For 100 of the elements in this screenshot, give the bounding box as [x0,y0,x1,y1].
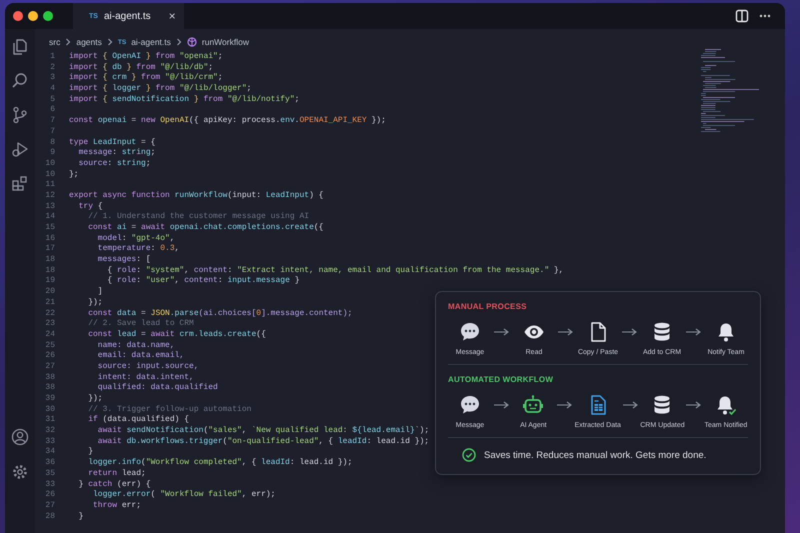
symbol-icon [186,37,197,47]
code-line: } [78,512,84,522]
maximize-window-button[interactable] [43,11,53,21]
line-number: 26 [44,490,55,501]
code-line: logger.error( "Workflow failed", err); [92,490,276,501]
line-number: 23 [44,319,55,330]
code-line: }); [87,394,103,405]
code-line: const data = JSON.parse(ai.choices[0].message.content); [87,308,352,319]
code-line: } [87,447,94,458]
code-line: const lead = await crm.leads.create({ [87,330,266,341]
code-line: throw err; [92,500,142,512]
code-line: ] [96,287,103,298]
line-number: 12 [44,190,55,202]
code-line: { role: "system", content: "Extract intent, name, email and qualification from the message." }, [106,266,564,276]
section-title: AUTOMATED WORKFLOW [448,375,554,384]
arrow-icon [494,328,510,336]
settings-icon[interactable] [11,463,29,481]
line-number: 16 [44,234,55,244]
code-line: name: data.name, [96,340,175,351]
code-line: await db.workflows.trigger("on-qualified-lead", { leadId: lead.id }); [96,436,430,448]
check-circle-icon [462,448,476,462]
chevron-icon [176,38,182,46]
code-line: const openai = new OpenAI({ apiKey: process.env.OPENAI_API_KEY }); [69,116,386,127]
line-number: 7 [49,116,55,127]
line-number: 30 [44,404,55,416]
code-line: try { [78,202,103,212]
split-editor-icon[interactable] [735,9,749,23]
extensions-icon[interactable] [11,174,29,192]
code-line: import { sendNotification } from "@/lib/notify"; [69,94,300,106]
line-number: 20 [44,287,55,298]
code-line: // 1. Understand the customer message using AI [87,212,310,223]
more-icon[interactable] [759,14,771,18]
account-icon[interactable] [11,428,29,446]
tab-title: ai-agent.ts [104,10,151,22]
breadcrumb-item[interactable]: agents [76,37,102,47]
code-line: await sendNotification("sales", `New qualified lead: ${lead.email}`); [96,426,430,437]
line-number: 11 [44,180,55,191]
line-number: 17 [44,244,55,256]
code-line: }; [69,170,79,180]
line-number: 8 [49,138,55,148]
line-number: 9 [49,148,55,159]
code-line: source: input.source, [96,362,199,373]
files-icon[interactable] [11,38,29,56]
chat-bubble-icon [459,321,481,343]
code-line: const ai = await openai.chat.completions.create({ [87,223,324,234]
arrow-icon [558,328,574,336]
search-icon[interactable] [11,72,29,90]
code-line: qualified: data.qualified [96,383,218,394]
chevron-icon [65,38,72,46]
line-number: 33 [44,480,55,490]
line-number: 27 [44,500,55,512]
line-number: 4 [49,84,55,95]
code-line: import { crm } from "@/lib/crm"; [69,73,223,84]
line-number: 26 [44,351,55,362]
line-number: 1 [49,52,55,63]
breadcrumb-item[interactable]: src [49,37,60,47]
line-number: 35 [44,468,55,480]
chat-bubble-icon [459,394,481,416]
chevron-icon [106,38,113,46]
line-number: 15 [44,223,55,234]
line-number: 21 [44,298,55,308]
line-number: 18 [44,255,55,266]
code-line: intent: data.intent, [96,372,194,383]
breadcrumb-item[interactable]: ai-agent.ts [131,37,171,47]
code-line: { role: "user", content: input.message } [106,276,300,288]
line-number: 24 [44,330,55,341]
robot-icon [522,394,544,416]
run-debug-icon[interactable] [11,140,29,158]
line-number: 19 [44,276,55,288]
line-number: 28 [44,512,55,522]
code-line: import { logger } from "@/lib/logger"; [69,84,252,95]
breadcrumb-item[interactable]: runWorkflow [202,37,249,47]
minimize-window-button[interactable] [28,11,38,21]
line-number: 25 [44,340,55,352]
line-number: 39 [44,394,55,405]
line-number: 7 [49,126,55,138]
line-number: 22 [44,308,55,320]
code-line: temperature: 0.3, [96,244,180,255]
line-number: 3 [49,73,55,84]
line-number: 5 [49,94,55,106]
line-number: 38 [44,383,55,394]
code-line: message: string; [78,148,156,159]
code-line: if (data.qualified) { [87,415,190,426]
arrow-icon [686,328,702,336]
line-number: 10 [44,170,55,180]
line-number: 6 [49,105,55,116]
code-line: export async function runWorkflow(input: LeadInput) { [69,190,324,202]
line-number: 33 [44,436,55,448]
code-line: logger.info("Workflow completed", { leadId: lead.id }); [87,458,352,469]
close-window-button[interactable] [13,11,23,21]
line-number: 10 [44,158,55,170]
arrow-icon [622,401,639,409]
code-line: messages: [ [96,255,151,266]
line-number: 36 [44,458,55,469]
line-number: 32 [44,426,55,437]
close-tab-button[interactable]: × [168,9,176,23]
arrow-icon [686,401,702,409]
source-control-icon[interactable] [11,106,29,124]
arrow-icon [556,401,573,409]
code-line: source: string; [78,158,151,170]
